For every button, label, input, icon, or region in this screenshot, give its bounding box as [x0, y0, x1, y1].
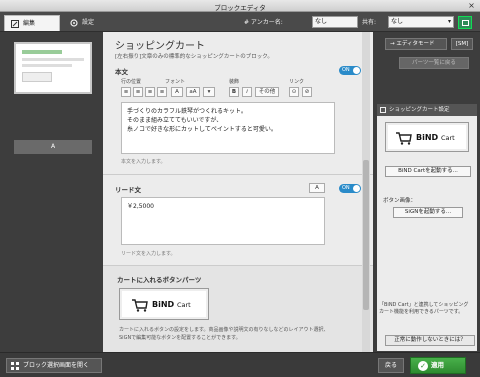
lead-hint: リード文を入力します。	[121, 251, 176, 257]
bind-cart-button[interactable]: BiND Cart	[119, 288, 209, 320]
cart-settings-title: ショッピングカート設定	[389, 107, 450, 113]
decoration-label: 装飾	[229, 79, 240, 85]
bind-cart-logo: BiND Cart	[416, 133, 455, 142]
share-icon	[462, 20, 469, 26]
thumbnail-text-line	[22, 64, 72, 67]
font-size-button[interactable]: aA	[186, 87, 200, 97]
tab-settings-label: 設定	[82, 19, 95, 26]
cart-info-note: 「BiND Cart」と連携してショッピングカート機能を利用できるパーツです。	[379, 302, 469, 315]
body-text-line: 糸ノコで好きな形にカットしてペイントすると可愛い。	[127, 126, 277, 133]
align-label: 行の位置	[121, 79, 142, 85]
align-justify-button[interactable]: ≡	[157, 87, 167, 97]
thumbnail-button	[22, 72, 52, 82]
scrollbar-thumb[interactable]	[363, 160, 369, 310]
cart-icon	[396, 132, 412, 145]
thumbnail-text-line	[22, 58, 84, 61]
bind-cart-logo-box: BiND Cart	[385, 122, 469, 152]
pencil-icon	[11, 20, 19, 28]
thumbnail-title-line	[22, 50, 62, 54]
open-block-selector-button[interactable]: ブロック選択画面を開く	[6, 358, 102, 373]
cart-settings-header: ショッピングカート設定	[377, 104, 477, 116]
italic-button[interactable]: i	[242, 87, 252, 97]
editor-main: ショッピングカート [左右振り]文章のみの標準的なショッピングカートのブロック。…	[103, 32, 373, 352]
body-hint: 本文を入力します。	[121, 159, 166, 165]
apply-label: 適用	[431, 361, 444, 369]
bottom-bar: ブロック選択画面を開く 戻る ✓ 適用	[0, 352, 480, 377]
right-panel: → エディタモード [SM] パーツ一覧に戻る ショッピングカート設定 BiND…	[373, 32, 480, 352]
editor-mode-button[interactable]: → エディタモード	[385, 38, 447, 50]
anchor-input[interactable]: なし	[312, 16, 358, 28]
align-right-button[interactable]: ≡	[145, 87, 155, 97]
body-text-line: そのまま組み立ててもいいですが、	[127, 117, 223, 124]
grid-icon	[11, 362, 19, 370]
tab-edit-label: 編集	[23, 20, 36, 27]
lead-heading: リード文	[115, 186, 141, 194]
share-select[interactable]: なし ▾	[388, 16, 454, 28]
more-decoration-button[interactable]: その他	[255, 87, 279, 97]
lead-toggle-label: ON	[342, 185, 350, 191]
window-title: ブロックエディタ	[214, 4, 266, 12]
lead-font-button[interactable]: A	[309, 183, 325, 193]
font-style-button[interactable]: A	[171, 87, 183, 97]
launch-bind-cart-button[interactable]: BiND Cartを起動する...	[385, 166, 471, 177]
block-label[interactable]: A	[14, 140, 92, 154]
anchor-label: # アンカー名:	[244, 19, 283, 26]
share-label: 共有:	[362, 19, 377, 26]
font-label: フォント	[165, 79, 186, 85]
body-text-area[interactable]: 手づくりのカラフル鉄琴がつくれるキット。 そのまま組み立ててもいいですが、 糸ノ…	[121, 102, 335, 154]
top-toolbar: 編集 設定 # アンカー名: なし 共有: なし ▾	[0, 12, 480, 32]
bind-logo-text: BiND	[152, 300, 175, 309]
block-list-panel: A	[0, 32, 103, 352]
toggle-knob	[353, 67, 360, 74]
bind-logo-text: BiND	[416, 133, 439, 142]
button-image-label: ボタン画像：	[383, 198, 417, 204]
page-description: [左右振り]文章のみの標準的なショッピングカートのブロック。	[115, 54, 273, 60]
body-text-line: 手づくりのカラフル鉄琴がつくれるキット。	[127, 108, 247, 115]
back-to-parts-button[interactable]: パーツ一覧に戻る	[399, 57, 469, 69]
back-button[interactable]: 戻る	[378, 358, 404, 373]
share-select-value: なし	[391, 18, 404, 25]
align-center-button[interactable]: ≡	[133, 87, 143, 97]
open-block-selector-label: ブロック選択画面を開く	[23, 362, 90, 369]
share-settings-button[interactable]	[458, 16, 472, 29]
align-left-button[interactable]: ≡	[121, 87, 131, 97]
gear-icon	[70, 19, 78, 27]
cart-parts-heading: カートに入れるボタンパーツ	[117, 276, 202, 284]
text-color-button[interactable]: ▾	[203, 87, 215, 97]
cart-icon	[132, 299, 148, 312]
sm-button[interactable]: [SM]	[451, 38, 473, 50]
tab-edit[interactable]: 編集	[4, 15, 60, 31]
page-title: ショッピングカート	[115, 41, 205, 52]
launch-sign-button[interactable]: SiGNを起動する...	[393, 207, 463, 218]
body-toggle-label: ON	[342, 67, 350, 73]
body-heading: 本文	[115, 68, 128, 76]
close-icon[interactable]: ×	[467, 1, 476, 10]
cart-parts-note: SiGNで編集可能なボタンを配置することができます。	[119, 335, 241, 341]
bind-logo-sub: Cart	[176, 301, 191, 309]
lead-text-value: ￥2,5000	[127, 203, 154, 210]
body-toggle[interactable]: ON	[339, 66, 361, 75]
lead-text-area[interactable]: ￥2,5000	[121, 197, 325, 245]
apply-button[interactable]: ✓ 適用	[410, 357, 466, 374]
unlink-icon[interactable]: ⊘	[302, 87, 312, 97]
cart-settings-icon	[380, 107, 386, 113]
cart-parts-note: カートに入れるボタンの設定をします。商品画像や説明文の有りなしなどのレイアウト選…	[119, 327, 329, 333]
bind-cart-logo: BiND Cart	[152, 300, 191, 309]
chevron-down-icon: ▾	[447, 18, 451, 25]
toggle-knob	[353, 185, 360, 192]
section-divider	[103, 174, 373, 175]
help-link[interactable]: 正常に動作しないときには？	[385, 335, 475, 346]
block-thumbnail[interactable]	[14, 42, 92, 94]
link-icon[interactable]: ⊙	[289, 87, 299, 97]
lead-toggle[interactable]: ON	[339, 184, 361, 193]
bind-logo-sub: Cart	[440, 134, 455, 142]
tab-settings[interactable]: 設定	[64, 15, 122, 31]
window-titlebar: ブロックエディタ ×	[0, 0, 480, 12]
link-label: リンク	[289, 79, 305, 85]
check-icon: ✓	[418, 361, 428, 371]
bold-button[interactable]: B	[229, 87, 239, 97]
